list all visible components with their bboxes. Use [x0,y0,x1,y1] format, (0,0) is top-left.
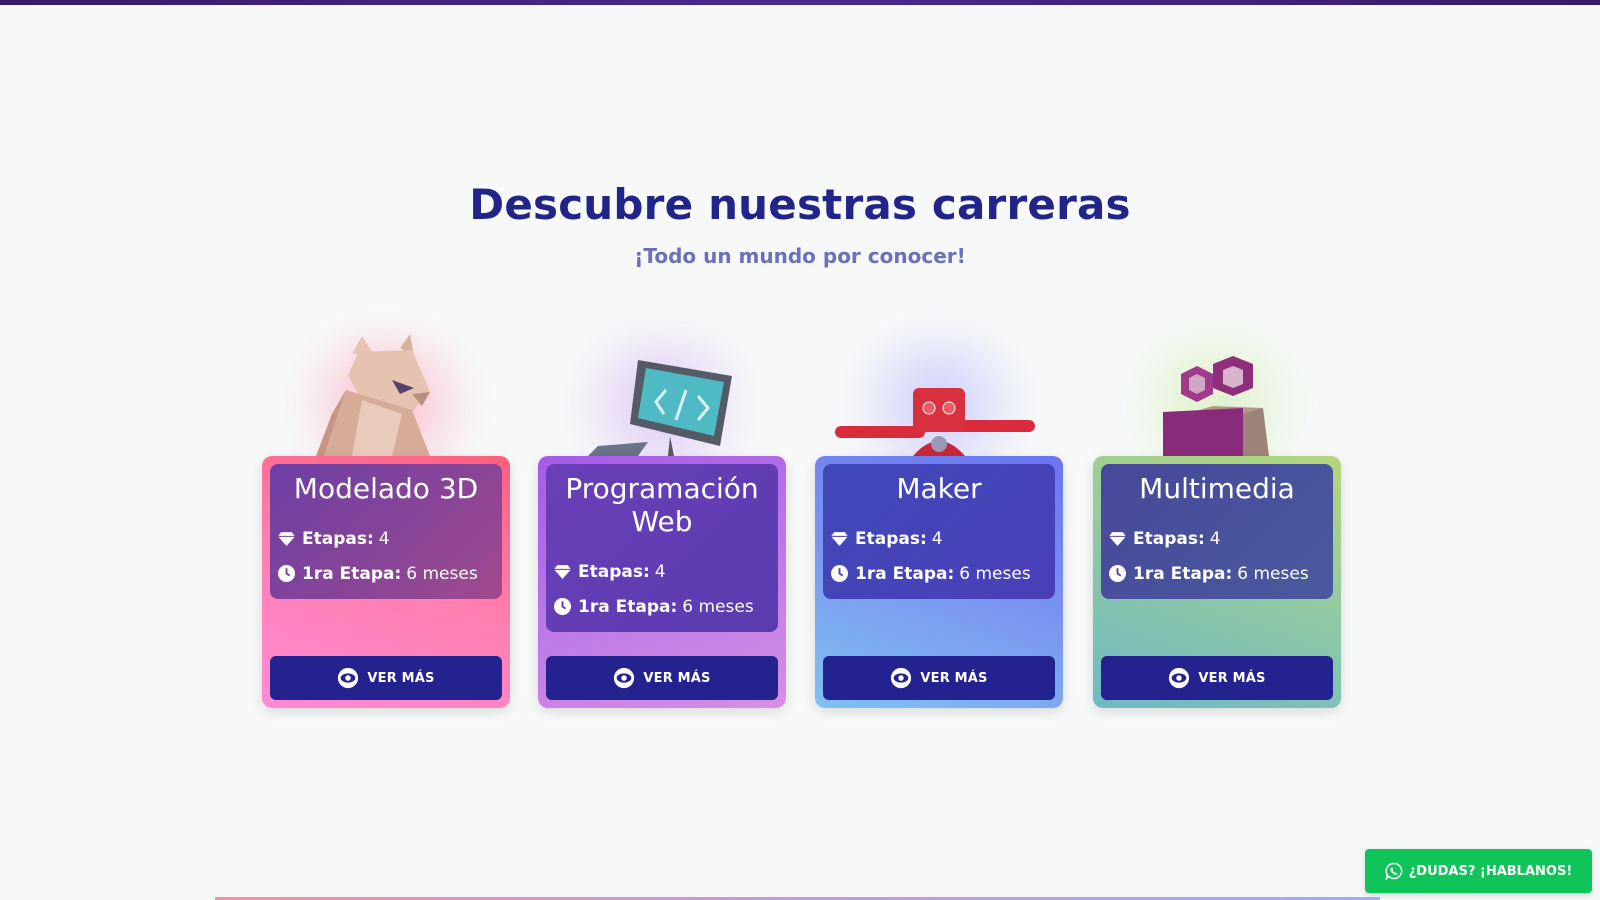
card-info-panel: Multimedia Etapas: 4 1ra Etapa: 6 meses [1101,464,1333,599]
first-stage-value: 6 meses [406,563,478,584]
clock-icon [831,565,848,582]
first-stage-value: 6 meses [682,596,754,617]
ver-mas-button[interactable]: VER MÁS [546,656,778,700]
clock-icon [278,565,295,582]
clock-icon [1109,565,1126,582]
card-info-panel: Programación Web Etapas: 4 1ra Etapa: 6 … [546,464,778,632]
clock-icon [554,598,571,615]
stages-label: Etapas: [855,528,927,549]
diamond-icon [278,532,295,546]
ver-mas-label: VER MÁS [1198,670,1266,686]
diamond-icon [831,532,848,546]
career-card-programacion-web: Programación Web Etapas: 4 1ra Etapa: 6 … [538,330,786,710]
top-accent-bar [0,0,1600,5]
diamond-icon [1109,532,1126,546]
stages-value: 4 [931,528,943,549]
career-card-maker: Maker Etapas: 4 1ra Etapa: 6 meses VER M… [815,330,1063,710]
stages-value: 4 [1209,528,1221,549]
first-stage-row: 1ra Etapa: 6 meses [1109,556,1325,591]
card-body: Multimedia Etapas: 4 1ra Etapa: 6 meses … [1093,456,1341,708]
first-stage-row: 1ra Etapa: 6 meses [554,589,770,624]
card-info-panel: Maker Etapas: 4 1ra Etapa: 6 meses [823,464,1055,599]
first-stage-label: 1ra Etapa: [855,563,955,584]
stages-value: 4 [654,561,666,582]
first-stage-value: 6 meses [1237,563,1309,584]
stages-value: 4 [378,528,390,549]
whatsapp-icon [1385,862,1403,880]
section-title: Descubre nuestras carreras [469,180,1131,229]
first-stage-label: 1ra Etapa: [1133,563,1233,584]
ver-mas-button[interactable]: VER MÁS [1101,656,1333,700]
eye-icon [891,667,912,689]
card-title: Maker [896,472,982,505]
card-body: Programación Web Etapas: 4 1ra Etapa: 6 … [538,456,786,708]
first-stage-label: 1ra Etapa: [302,563,402,584]
camera-illustration [1163,356,1269,456]
robot-illustration [835,388,1035,456]
career-card-multimedia: Multimedia Etapas: 4 1ra Etapa: 6 meses … [1093,330,1341,710]
card-body: Maker Etapas: 4 1ra Etapa: 6 meses VER M… [815,456,1063,708]
section-subtitle: ¡Todo un mundo por conocer! [634,244,966,268]
eye-icon [338,667,359,689]
card-title: Multimedia [1139,472,1295,505]
stages-label: Etapas: [578,561,650,582]
ver-mas-button[interactable]: VER MÁS [823,656,1055,700]
ver-mas-label: VER MÁS [920,670,988,686]
fox-illustration [316,334,430,456]
whatsapp-label: ¿DUDAS? ¡HABLANOS! [1408,863,1573,879]
stages-label: Etapas: [1133,528,1205,549]
ver-mas-label: VER MÁS [367,670,435,686]
card-title: Programación Web [565,472,759,538]
stages-row: Etapas: 4 [1109,521,1325,556]
first-stage-row: 1ra Etapa: 6 meses [278,556,494,591]
eye-icon [1169,667,1190,689]
first-stage-label: 1ra Etapa: [578,596,678,617]
diamond-icon [554,565,571,579]
stages-label: Etapas: [302,528,374,549]
card-info-panel: Modelado 3D Etapas: 4 1ra Etapa: 6 meses [270,464,502,599]
first-stage-row: 1ra Etapa: 6 meses [831,556,1047,591]
card-title: Modelado 3D [293,472,479,505]
stages-row: Etapas: 4 [554,554,770,589]
whatsapp-contact-button[interactable]: ¿DUDAS? ¡HABLANOS! [1365,849,1592,893]
stages-row: Etapas: 4 [831,521,1047,556]
stages-row: Etapas: 4 [278,521,494,556]
code-monitor-illustration [588,360,732,456]
eye-icon [614,667,635,689]
card-body: Modelado 3D Etapas: 4 1ra Etapa: 6 meses… [262,456,510,708]
first-stage-value: 6 meses [959,563,1031,584]
ver-mas-label: VER MÁS [643,670,711,686]
career-card-modelado-3d: Modelado 3D Etapas: 4 1ra Etapa: 6 meses… [262,330,510,710]
ver-mas-button[interactable]: VER MÁS [270,656,502,700]
